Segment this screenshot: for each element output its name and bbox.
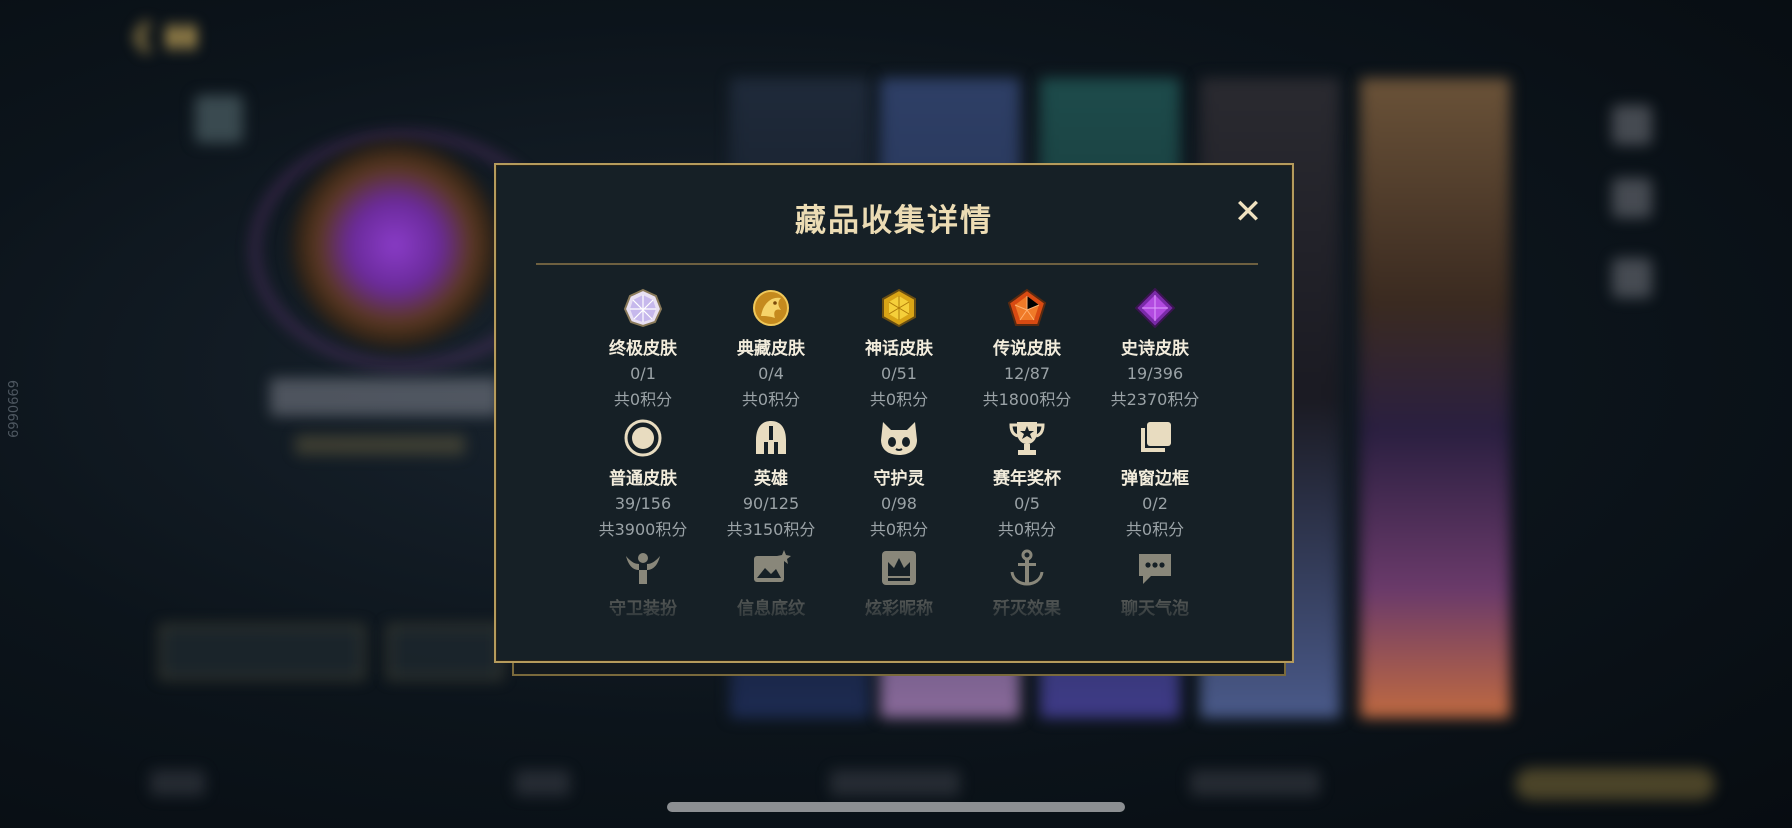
category-points: 共3150积分 <box>726 520 816 539</box>
background-bottom-tab <box>150 770 205 796</box>
category-label: 守卫装扮 <box>609 599 677 619</box>
background-bottom-tab <box>830 770 960 796</box>
category-label: 赛年奖杯 <box>993 469 1061 489</box>
background-bottom-tab <box>515 770 570 796</box>
champion-helmet-icon <box>756 421 786 454</box>
side-code-text: 6990669 <box>4 380 19 438</box>
category-count: 12/87 <box>1003 364 1051 383</box>
category-count: 0/1 <box>630 364 656 383</box>
background-button-right <box>388 625 502 679</box>
category-points: 共2370积分 <box>1110 390 1200 409</box>
category-item[interactable]: 歼灭效果 <box>963 548 1091 619</box>
category-points: 共1800积分 <box>982 390 1072 409</box>
prestige-skin-icon <box>753 290 789 326</box>
category-item[interactable]: 弹窗边框 0/2 共0积分 <box>1091 418 1219 540</box>
home-indicator-bar[interactable] <box>667 802 1125 812</box>
category-item[interactable]: 聊天气泡 <box>1091 548 1219 619</box>
chat-bubble-icon <box>1139 554 1171 584</box>
category-points: 共0积分 <box>741 390 801 409</box>
category-item[interactable]: 史诗皮肤 19/396 共2370积分 <box>1091 288 1219 410</box>
category-count: 0/98 <box>881 494 917 513</box>
category-label: 聊天气泡 <box>1121 599 1189 619</box>
category-item[interactable]: 神话皮肤 0/51 共0积分 <box>835 288 963 410</box>
standard-skin-icon <box>624 419 662 457</box>
category-points: 共3900积分 <box>598 520 688 539</box>
category-item[interactable]: 普通皮肤 39/156 共3900积分 <box>579 418 707 540</box>
ward-skin-icon <box>626 553 660 584</box>
category-item[interactable]: 英雄 90/125 共3150积分 <box>707 418 835 540</box>
category-points: 共0积分 <box>869 520 929 539</box>
ace-effect-icon <box>1010 549 1044 586</box>
category-label: 守护灵 <box>873 469 925 489</box>
info-banner-icon <box>754 550 791 582</box>
season-trophy-icon <box>1009 422 1045 455</box>
category-item[interactable]: 信息底纹 <box>707 548 835 619</box>
category-label: 史诗皮肤 <box>1121 339 1189 359</box>
category-label: 神话皮肤 <box>865 339 933 359</box>
category-item[interactable]: 终极皮肤 0/1 共0积分 <box>579 288 707 410</box>
category-points: 共0积分 <box>613 390 673 409</box>
category-label: 英雄 <box>754 469 788 489</box>
category-count: 90/125 <box>742 494 800 513</box>
category-item[interactable]: 守卫装扮 <box>579 548 707 619</box>
category-label: 歼灭效果 <box>993 599 1061 619</box>
category-item[interactable]: 典藏皮肤 0/4 共0积分 <box>707 288 835 410</box>
category-label: 典藏皮肤 <box>737 339 805 359</box>
background-player-name <box>270 378 500 416</box>
popup-frame-icon <box>1141 422 1171 452</box>
background-player-subtitle <box>295 435 465 455</box>
background-side-icon <box>1612 105 1652 145</box>
category-item[interactable]: 守护灵 0/98 共0积分 <box>835 418 963 540</box>
category-count: 0/5 <box>1014 494 1040 513</box>
category-label: 普通皮肤 <box>609 469 677 489</box>
category-label: 终极皮肤 <box>609 339 677 359</box>
category-count: 0/2 <box>1142 494 1168 513</box>
background-badge-icon <box>195 95 243 143</box>
category-item[interactable]: 炫彩昵称 <box>835 548 963 619</box>
background-emblem-orb <box>290 140 500 350</box>
category-count: 39/156 <box>614 494 672 513</box>
category-points: 共0积分 <box>997 520 1057 539</box>
mythic-skin-icon <box>882 288 916 328</box>
category-label: 炫彩昵称 <box>865 599 933 619</box>
background-side-icon <box>1612 258 1652 298</box>
background-skin-card <box>1360 78 1510 718</box>
epic-skin-icon <box>1135 288 1175 328</box>
category-label: 信息底纹 <box>737 599 805 619</box>
background-side-icon <box>1612 178 1652 218</box>
category-count: 0/51 <box>881 364 917 383</box>
category-label: 弹窗边框 <box>1121 469 1189 489</box>
category-count: 0/4 <box>758 364 784 383</box>
category-item[interactable]: 传说皮肤 12/87 共1800积分 <box>963 288 1091 410</box>
guardian-pet-icon <box>881 422 917 455</box>
colorful-nickname-icon <box>882 551 916 585</box>
category-count: 19/396 <box>1126 364 1184 383</box>
category-grid: 终极皮肤 0/1 共0积分 典藏皮肤 0/4 共0积分 神话皮肤 0/51 共0… <box>496 165 1292 661</box>
background-button-left <box>160 625 364 679</box>
background-bottom-tab <box>1190 770 1320 796</box>
category-label: 传说皮肤 <box>993 339 1061 359</box>
category-points: 共0积分 <box>869 390 929 409</box>
back-chevron-icon: ❮ ▮▮ <box>130 18 198 53</box>
category-item[interactable]: 赛年奖杯 0/5 共0积分 <box>963 418 1091 540</box>
collection-details-dialog: 藏品收集详情 ✕ 终极皮肤 0/1 共0积分 典藏皮肤 0/4 共0积分 神话皮… <box>494 163 1294 663</box>
ultimate-skin-icon <box>623 288 663 328</box>
background-bottom-action <box>1515 768 1715 800</box>
legendary-skin-icon <box>1007 288 1047 326</box>
category-points: 共0积分 <box>1125 520 1185 539</box>
